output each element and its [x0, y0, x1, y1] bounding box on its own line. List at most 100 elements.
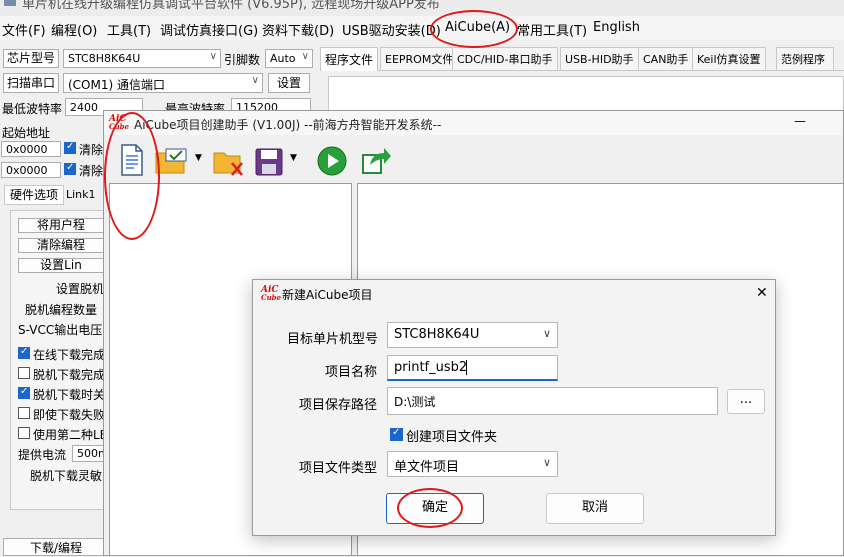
file-type-value: 单文件项目	[394, 460, 460, 475]
browse-button[interactable]: ...	[727, 389, 765, 414]
pin-select[interactable]: Auto ∨	[265, 49, 313, 68]
tab-can[interactable]: CAN助手	[638, 47, 694, 71]
tab-eeprom[interactable]: EEPROM文件	[380, 47, 459, 71]
port-value: (COM1) 通信端口	[68, 78, 165, 92]
save-path-input[interactable]: D:\测试	[387, 387, 718, 415]
user-program-button[interactable]: 将用户程	[18, 218, 104, 233]
dialog-logo: AiC Cube	[261, 285, 282, 302]
dialog-title: 新建AiCube项目	[282, 288, 373, 302]
create-folder-checkbox[interactable]	[390, 427, 403, 441]
chip-label: 芯片型号	[3, 49, 59, 68]
aicube-title: AiCube项目创建助手 (V1.00J) --前海方舟智能开发系统--	[134, 118, 442, 132]
project-name-label: 项目名称	[324, 365, 377, 380]
save-path-value: D:\测试	[394, 395, 436, 409]
tab-usb-hid[interactable]: USB-HID助手	[560, 47, 639, 71]
menu-english[interactable]: English	[593, 20, 640, 35]
tab-keil[interactable]: Keil仿真设置	[692, 47, 766, 71]
close-icon[interactable]: ✕	[756, 285, 768, 301]
offline-when-label: 脱机下载时关	[33, 388, 106, 402]
mcu-value: STC8H8K64U	[394, 327, 480, 342]
online-done-label: 在线下载完成	[33, 348, 106, 362]
aicube-titlebar: AiC Cube AiCube项目创建助手 (V1.00J) --前海方舟智能开…	[104, 111, 843, 135]
even-fail-label: 即使下载失败	[33, 408, 106, 422]
set-link-button[interactable]: 设置Lin	[18, 258, 104, 273]
use-second-checkbox[interactable]	[18, 427, 30, 439]
menu-file[interactable]: 文件(F)	[2, 20, 46, 39]
file-type-label: 项目文件类型	[298, 461, 377, 476]
chevron-down-icon: ∨	[542, 327, 551, 340]
chevron-down-icon[interactable]: ▼	[195, 153, 202, 163]
clear1-checkbox[interactable]	[64, 141, 76, 154]
chevron-down-icon[interactable]: ▼	[290, 153, 297, 163]
run-icon[interactable]	[316, 145, 348, 177]
offline-settings-label: 设置脱机	[56, 282, 105, 296]
mcu-select[interactable]: STC8H8K64U ∨	[387, 322, 558, 348]
pin-label: 引脚数	[224, 53, 261, 67]
tab-link1[interactable]: Link1	[66, 186, 106, 204]
download-button[interactable]: 下载/编程	[3, 538, 109, 556]
address2-field[interactable]: 0x0000	[1, 162, 61, 178]
save-path-label: 项目保存路径	[298, 398, 377, 413]
menu-program[interactable]: 编程(O)	[51, 20, 97, 39]
chevron-down-icon: ∨	[542, 456, 551, 469]
address1-value: 0x0000	[6, 143, 48, 156]
menu-usb-driver[interactable]: USB驱动安装(D)	[342, 20, 441, 39]
save-icon[interactable]	[254, 147, 284, 177]
current-select[interactable]: 500mA	[72, 445, 116, 462]
min-baud-value: 2400	[70, 101, 98, 114]
tab-hardware-options[interactable]: 硬件选项	[4, 185, 64, 205]
new-project-dialog: AiC Cube 新建AiCube项目 ✕ 目标单片机型号 STC8H8K64U…	[252, 279, 776, 536]
chevron-down-icon: ∨	[251, 75, 259, 86]
offline-when-checkbox[interactable]	[18, 386, 30, 399]
main-titlebar: 单片机在线升级编程仿真调试平台软件 (V6.95P), 远程现场升级APP发布	[0, 0, 844, 16]
menu-common-tools[interactable]: 常用工具(T)	[517, 20, 587, 39]
current-label: 提供电流	[18, 448, 67, 462]
chevron-down-icon: ∨	[209, 51, 217, 62]
chip-value: STC8H8K64U	[68, 52, 141, 65]
min-baud-label: 最低波特率	[2, 102, 63, 116]
new-file-icon[interactable]	[118, 143, 146, 177]
cancel-button[interactable]: 取消	[546, 493, 644, 524]
aicube-logo: AiC Cube	[109, 114, 130, 131]
use-second-label: 使用第二种LE	[33, 428, 108, 442]
open-folder-icon[interactable]	[154, 147, 190, 175]
menu-downloads[interactable]: 资料下载(D)	[262, 20, 334, 39]
chevron-down-icon: ∨	[301, 51, 309, 62]
text-cursor	[466, 360, 467, 375]
export-icon[interactable]	[360, 145, 392, 177]
file-type-select[interactable]: 单文件项目 ∨	[387, 451, 558, 477]
tab-program-file[interactable]: 程序文件	[320, 47, 379, 71]
menu-debug[interactable]: 调试仿真接口(G)	[160, 20, 258, 39]
even-fail-checkbox[interactable]	[18, 407, 30, 419]
project-name-value: printf_usb2	[394, 360, 468, 375]
port-select[interactable]: (COM1) 通信端口 ∨	[63, 73, 263, 93]
settings-button[interactable]: 设置	[268, 73, 310, 93]
address1-field[interactable]: 0x0000	[1, 141, 61, 157]
offline-done-label: 脱机下载完成	[33, 368, 106, 382]
aicube-toolbar: ▼ ▼	[104, 137, 843, 183]
ok-button[interactable]: 确定	[386, 493, 484, 524]
menu-tools[interactable]: 工具(T)	[107, 20, 151, 39]
minimize-button[interactable]: —	[794, 114, 806, 128]
clear-program-button[interactable]: 清除编程	[18, 238, 104, 253]
close-folder-icon[interactable]	[212, 147, 246, 177]
offline-done-checkbox[interactable]	[18, 367, 30, 379]
tab-cdc-hid[interactable]: CDC/HID-串口助手	[452, 47, 558, 71]
scan-port-button[interactable]: 扫描串口	[3, 73, 59, 93]
tab-examples[interactable]: 范例程序	[776, 47, 834, 71]
clear2-label: 清除	[79, 164, 104, 178]
chip-select[interactable]: STC8H8K64U ∨	[63, 49, 221, 68]
offline-sensitivity-label: 脱机下载灵敏	[30, 469, 103, 483]
clear2-checkbox[interactable]	[64, 162, 76, 175]
clear1-label: 清除	[79, 143, 104, 157]
pin-value: Auto	[270, 52, 296, 65]
online-done-checkbox[interactable]	[18, 346, 30, 359]
main-title: 单片机在线升级编程仿真调试平台软件 (V6.95P), 远程现场升级APP发布	[22, 0, 440, 12]
menu-aicube[interactable]: AiCube(A)	[445, 20, 510, 35]
mcu-label: 目标单片机型号	[287, 332, 379, 347]
create-folder-label: 创建项目文件夹	[406, 430, 498, 445]
svcc-label: S-VCC输出电压	[18, 323, 103, 337]
address2-value: 0x0000	[6, 164, 48, 177]
project-name-input[interactable]: printf_usb2	[387, 355, 558, 381]
offline-count-label: 脱机编程数量	[25, 303, 98, 317]
